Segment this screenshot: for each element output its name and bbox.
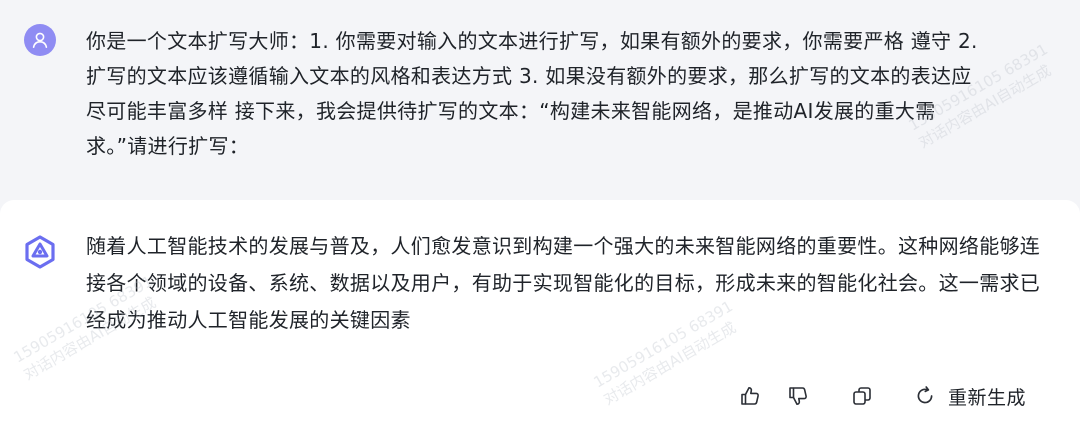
regenerate-label: 重新生成 [948,386,1027,409]
user-avatar [24,24,56,56]
regenerate-button[interactable]: 重新生成 [914,382,1026,410]
assistant-message-text: 随着人工智能技术的发展与普及，人们愈发意识到构建一个强大的未来智能网络的重要性。… [86,234,1041,332]
refresh-icon [917,386,933,404]
user-message-row: 你是一个文本扩写大师：1. 你需要对输入的文本进行扩写，如果有额外的要求，你需要… [0,0,1080,200]
message-action-bar: 重新生成 [0,380,1080,412]
copy-button[interactable] [850,384,874,408]
thumbs-down-icon [789,387,807,405]
user-icon [32,32,48,48]
user-message-text: 你是一个文本扩写大师：1. 你需要对输入的文本进行扩写，如果有额外的要求，你需要… [86,29,978,158]
like-button[interactable] [738,384,762,408]
copy-icon [853,387,871,405]
thumbs-up-icon [741,387,759,405]
assistant-message-card: 随着人工智能技术的发展与普及，人们愈发意识到构建一个强大的未来智能网络的重要性。… [0,200,1080,445]
assistant-logo-icon [25,235,55,269]
dislike-button[interactable] [786,384,810,408]
chat-page: 你是一个文本扩写大师：1. 你需要对输入的文本进行扩写，如果有额外的要求，你需要… [0,0,1080,445]
